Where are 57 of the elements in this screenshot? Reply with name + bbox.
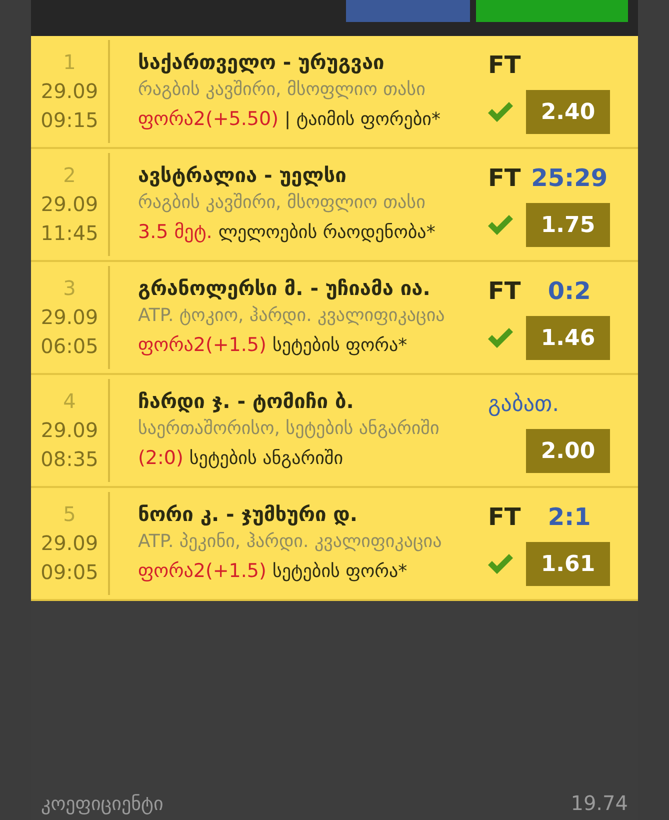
share-button[interactable] — [346, 0, 470, 22]
odds-badge: 2.00 — [526, 429, 610, 473]
action-button[interactable] — [476, 0, 628, 22]
pick-text: 3.5 მეტ. — [138, 220, 212, 245]
pick-text: (2:0) — [138, 446, 184, 471]
league-text: რაგბის კავშირი, მსოფლიო თასი — [138, 78, 426, 102]
market-text: სეტების ფორა* — [272, 560, 408, 584]
pick-text: ფორა2(+1.5) — [138, 333, 266, 358]
league-text: რაგბის კავშირი, მსოფლიო თასი — [138, 191, 426, 215]
coefficient-value: 19.74 — [570, 790, 628, 817]
event-row[interactable]: 2 29.09 11:45 ავსტრალია - უელსი რაგბის კავშირი, მსოფლიო თასი 3.5 მეტ. ლელოების რაოდენობა* FT 25:29 1.75 — [31, 149, 638, 262]
score-text: 0:2 — [546, 276, 592, 307]
status-label: FT — [488, 276, 522, 307]
score-text: 2:1 — [546, 502, 592, 533]
event-row[interactable]: 4 29.09 08:35 ჩარდი ჯ. - ტომიჩი ბ. საერთაშორისო, სეტების ანგარიში (2:0) სეტების ანგარიში გაბათ. 2.00 — [31, 375, 638, 488]
event-time: 09:05 — [40, 559, 98, 586]
event-index: 4 — [63, 388, 76, 415]
league-text: ATP. ტოკიო, ჰარდი. კვალიფიკაცია — [138, 304, 446, 328]
event-time: 06:05 — [40, 333, 98, 360]
coefficient-label: კოეფიციენტი — [41, 792, 164, 816]
event-title: ჩარდი ჯ. - ტომიჩი ბ. — [138, 388, 355, 415]
event-date: 29.09 — [40, 530, 98, 557]
event-row[interactable]: 1 29.09 09:15 საქართველო - ურუგვაი რაგბის კავშირი, მსოფლიო თასი ფორა2(+5.50) | ტაიმის ფორები* FT 2.40 — [31, 36, 638, 149]
event-title: გრანოლერსი მ. - უჩიამა ია. — [138, 275, 432, 302]
league-text: ATP. პეკინი, ჰარდი. კვალიფიკაცია — [138, 530, 443, 554]
market-text: ლელოების რაოდენობა* — [218, 221, 436, 245]
event-date: 29.09 — [40, 191, 98, 218]
market-text: სეტების ანგარიში — [189, 447, 344, 471]
event-index: 3 — [63, 275, 76, 302]
event-time: 08:35 — [40, 446, 98, 473]
event-time: 09:15 — [40, 107, 98, 134]
status-label: FT — [488, 163, 522, 194]
status-label: FT — [488, 50, 522, 81]
event-time: 11:45 — [40, 220, 98, 247]
score-text: 25:29 — [530, 163, 609, 194]
market-text: სეტების ფორა* — [272, 334, 408, 358]
status-label: FT — [488, 502, 522, 533]
odds-badge: 1.75 — [526, 203, 610, 247]
odds-badge: 1.46 — [526, 316, 610, 360]
status-label: გაბათ. — [488, 390, 560, 418]
event-date: 29.09 — [40, 304, 98, 331]
event-title: ნორი კ. - ჯუმხური დ. — [138, 501, 358, 528]
event-row[interactable]: 5 29.09 09:05 ნორი კ. - ჯუმხური დ. ATP. პეკინი, ჰარდი. კვალიფიკაცია ფორა2(+1.5) სეტების ფორა* FT 2:1 1.61 — [31, 488, 638, 601]
event-index: 5 — [63, 501, 76, 528]
pick-text: ფორა2(+1.5) — [138, 559, 266, 584]
event-title: საქართველო - ურუგვაი — [138, 49, 386, 76]
event-title: ავსტრალია - უელსი — [138, 162, 348, 189]
event-date: 29.09 — [40, 78, 98, 105]
event-row[interactable]: 3 29.09 06:05 გრანოლერსი მ. - უჩიამა ია. ATP. ტოკიო, ჰარდი. კვალიფიკაცია ფორა2(+1.5) სეტების ფორა* FT 0:2 1.46 — [31, 262, 638, 375]
event-index: 2 — [63, 162, 76, 189]
event-date: 29.09 — [40, 417, 98, 444]
event-index: 1 — [63, 49, 76, 76]
odds-badge: 2.40 — [526, 90, 610, 134]
market-text: | ტაიმის ფორები* — [284, 108, 441, 132]
odds-badge: 1.61 — [526, 542, 610, 586]
league-text: საერთაშორისო, სეტების ანგარიში — [138, 417, 440, 441]
pick-text: ფორა2(+5.50) — [138, 107, 279, 132]
